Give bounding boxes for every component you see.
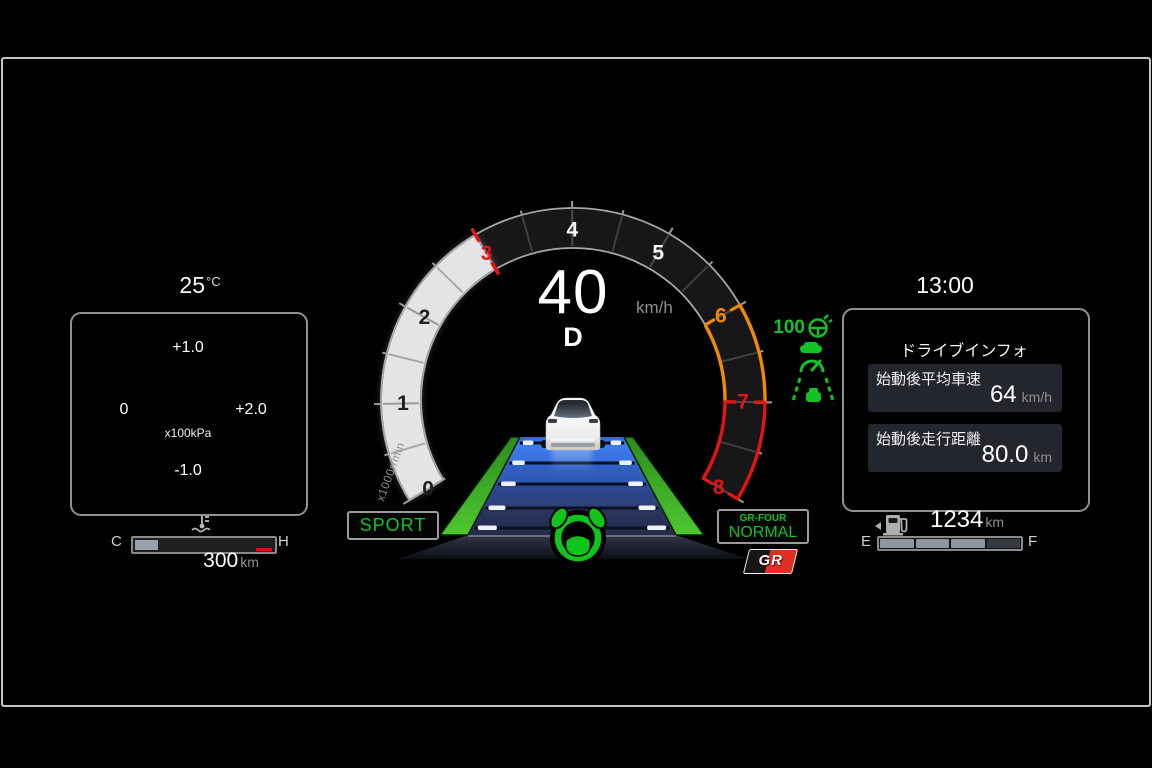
awd-system-label: GR-FOUR — [719, 514, 807, 524]
boost-label-top: +1.0 — [158, 339, 218, 357]
coolant-temp-fill — [135, 540, 158, 550]
car-icon — [541, 398, 605, 450]
trip-distance-value: 80.0 — [982, 441, 1029, 469]
gr-brand-logo: GR — [743, 549, 798, 574]
svg-text:5: 5 — [652, 241, 664, 264]
svg-text:7: 7 — [737, 391, 749, 414]
speed-unit: km/h — [636, 298, 673, 318]
fuel-segment — [916, 539, 950, 548]
coolant-hot-label: H — [278, 533, 289, 550]
svg-text:2: 2 — [419, 306, 431, 329]
odometer-unit: km — [240, 554, 259, 570]
fuel-pump-icon — [883, 515, 907, 536]
fuel-empty-label: E — [861, 533, 871, 550]
svg-text:1: 1 — [397, 392, 409, 415]
avg-speed-value: 64 — [990, 381, 1017, 409]
avg-speed-card: 始動後平均車速 64 km/h — [868, 364, 1062, 412]
clock: 13:00 — [885, 272, 1005, 299]
outside-temp-unit: °C — [206, 274, 221, 289]
svg-text:4: 4 — [566, 219, 578, 242]
odometer: 300km — [166, 549, 296, 573]
fuel-range-value: 1234 — [930, 506, 983, 533]
gr-logo-text: GR — [747, 550, 794, 571]
awd-mode-badge: GR-FOUR NORMAL — [717, 509, 809, 544]
fuel-segment — [951, 539, 985, 548]
radar-cruise-icon — [800, 342, 823, 372]
instrument-cluster: 012345678 x1000r/min — [0, 0, 1152, 768]
svg-text:8: 8 — [713, 476, 725, 499]
fuel-range: 1234km — [912, 506, 1022, 534]
steering-assist-icon — [810, 315, 833, 337]
trip-distance-card: 始動後走行距離 80.0 km — [868, 424, 1062, 472]
boost-label-right: +2.0 — [221, 401, 281, 419]
svg-text:3: 3 — [481, 242, 493, 265]
svg-text:6: 6 — [715, 305, 727, 328]
outside-temperature: 25°C — [140, 272, 260, 299]
fuel-filler-side-arrow — [875, 522, 881, 530]
fuel-full-label: F — [1028, 533, 1037, 550]
awd-mode-label: NORMAL — [719, 525, 807, 541]
speed-value: 40 — [503, 262, 643, 324]
boost-unit-label: x100kPa — [148, 426, 228, 440]
drive-mode-badge: SPORT — [347, 511, 439, 540]
avg-speed-unit: km/h — [1022, 389, 1052, 405]
trip-distance-unit: km — [1033, 449, 1052, 465]
trip-distance-label: 始動後走行距離 — [876, 428, 981, 449]
boost-label-left: 0 — [94, 401, 154, 419]
gear-indicator: D — [543, 322, 603, 353]
avg-speed-label: 始動後平均車速 — [876, 368, 981, 389]
fuel-level-bar — [877, 536, 1023, 551]
coolant-cold-label: C — [111, 533, 122, 550]
odometer-value: 300 — [203, 549, 238, 572]
outside-temp-value: 25 — [179, 272, 205, 298]
fuel-range-unit: km — [985, 514, 1004, 530]
lane-trace-icon — [792, 378, 834, 404]
boost-label-bottom: -1.0 — [158, 462, 218, 480]
drive-info-title: ドライブインフォ — [862, 337, 1066, 361]
fuel-segment — [880, 539, 914, 548]
assist-set-speed: 100 — [771, 317, 805, 339]
fuel-segment — [987, 539, 1021, 548]
svg-text:0: 0 — [422, 477, 434, 500]
